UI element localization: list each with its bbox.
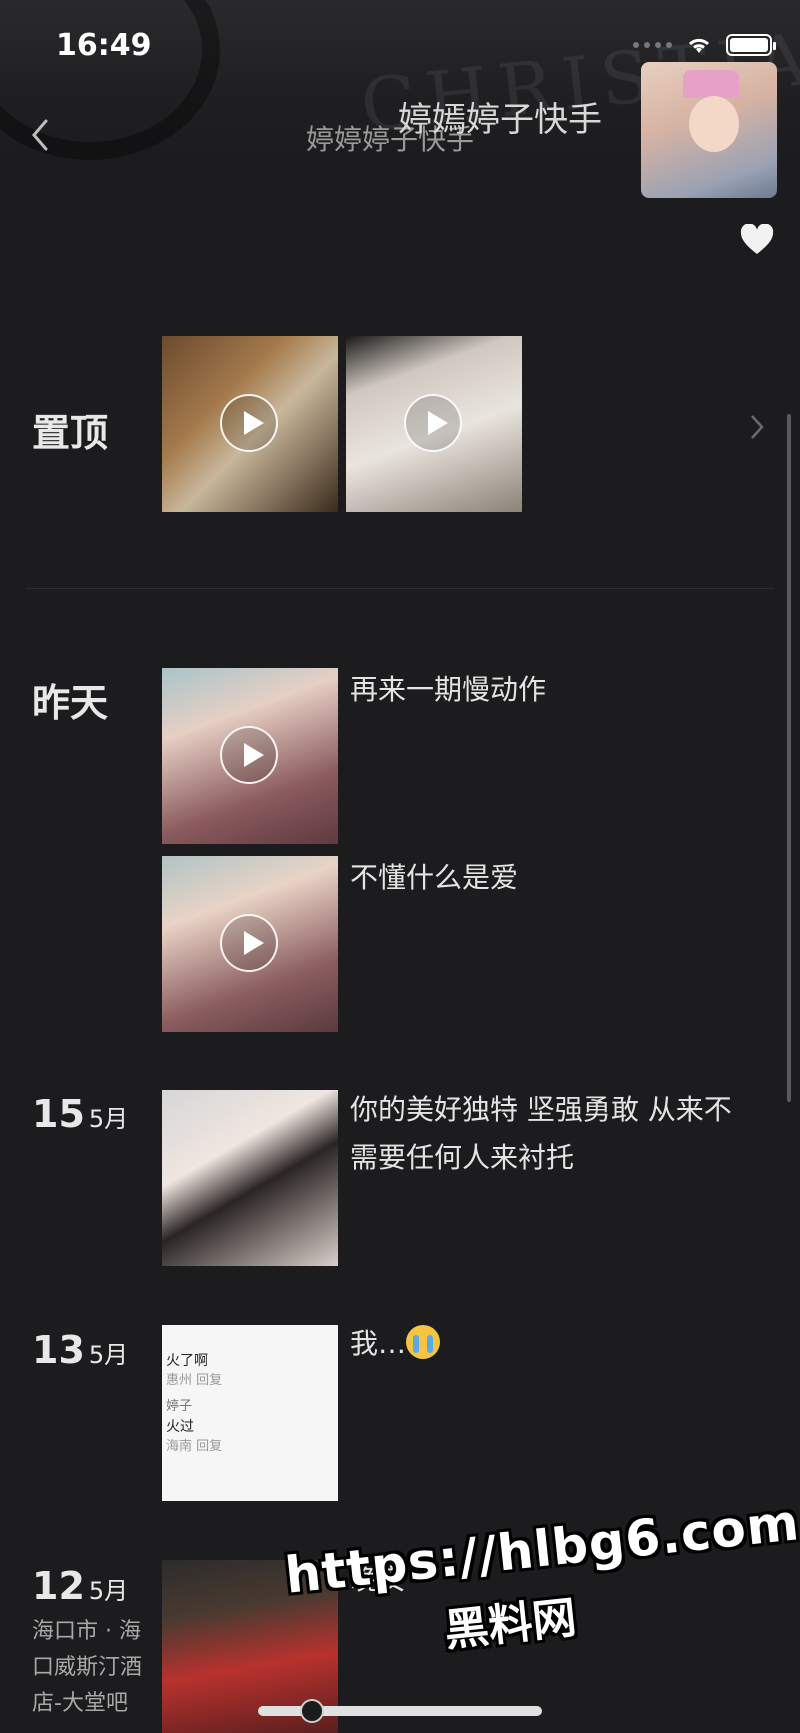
status-time: 16:49	[56, 28, 152, 63]
assistive-touch-icon[interactable]	[300, 1699, 324, 1723]
scrollbar[interactable]	[787, 414, 791, 1102]
yesterday-label: 昨天	[32, 681, 109, 725]
chevron-right-icon[interactable]	[748, 412, 766, 442]
post-caption: 再来一期慢动作	[350, 673, 547, 706]
date-may-12: 12 5月	[32, 1564, 129, 1608]
play-icon	[404, 394, 462, 452]
preview-line: 海南 回复	[166, 1439, 223, 1454]
location-text: 海口市 · 海口威斯汀酒店-大堂吧	[32, 1619, 143, 1716]
post-caption: 不懂什么是爱	[350, 861, 519, 894]
watermark-site: 黑料网	[442, 1592, 579, 1657]
pinned-video-2[interactable]	[346, 336, 522, 512]
preview-line: 火了啊	[166, 1353, 208, 1369]
preview-line: 惠州 回复	[166, 1373, 223, 1388]
avatar[interactable]	[641, 62, 777, 198]
yesterday-video-2[interactable]	[162, 856, 338, 1032]
profile-title: 婷嫣婷子快手	[398, 100, 602, 140]
wifi-icon	[688, 38, 710, 53]
may15-photo[interactable]	[162, 1090, 338, 1266]
crying-emoji-icon	[406, 1325, 441, 1359]
post-caption: 我…	[350, 1320, 740, 1368]
caption-text: 我…	[350, 1327, 407, 1360]
avatar-face	[689, 96, 739, 152]
back-arrow-icon[interactable]	[28, 115, 52, 155]
play-icon	[220, 726, 278, 784]
heart-icon[interactable]	[740, 224, 774, 256]
signal-icon	[633, 42, 672, 48]
may13-screenshot[interactable]: 火了啊 惠州 回复 婷子 火过 海南 回复	[162, 1325, 338, 1501]
date-may-15: 15 5月	[32, 1092, 129, 1136]
avatar-crown	[683, 70, 739, 98]
date-may-13: 13 5月	[32, 1328, 129, 1372]
pinned-label: 置顶	[32, 411, 109, 455]
preview-line: 火过	[166, 1419, 194, 1435]
post-caption: 你的美好独特 坚强勇敢 从来不需要任何人来衬托	[350, 1093, 732, 1174]
battery-icon	[726, 34, 776, 56]
preview-line: 婷子	[166, 1399, 193, 1414]
play-icon	[220, 394, 278, 452]
status-icons	[633, 34, 776, 56]
play-icon	[220, 914, 278, 972]
yesterday-video-1[interactable]	[162, 668, 338, 844]
section-divider	[26, 588, 774, 589]
pinned-video-1[interactable]	[162, 336, 338, 512]
